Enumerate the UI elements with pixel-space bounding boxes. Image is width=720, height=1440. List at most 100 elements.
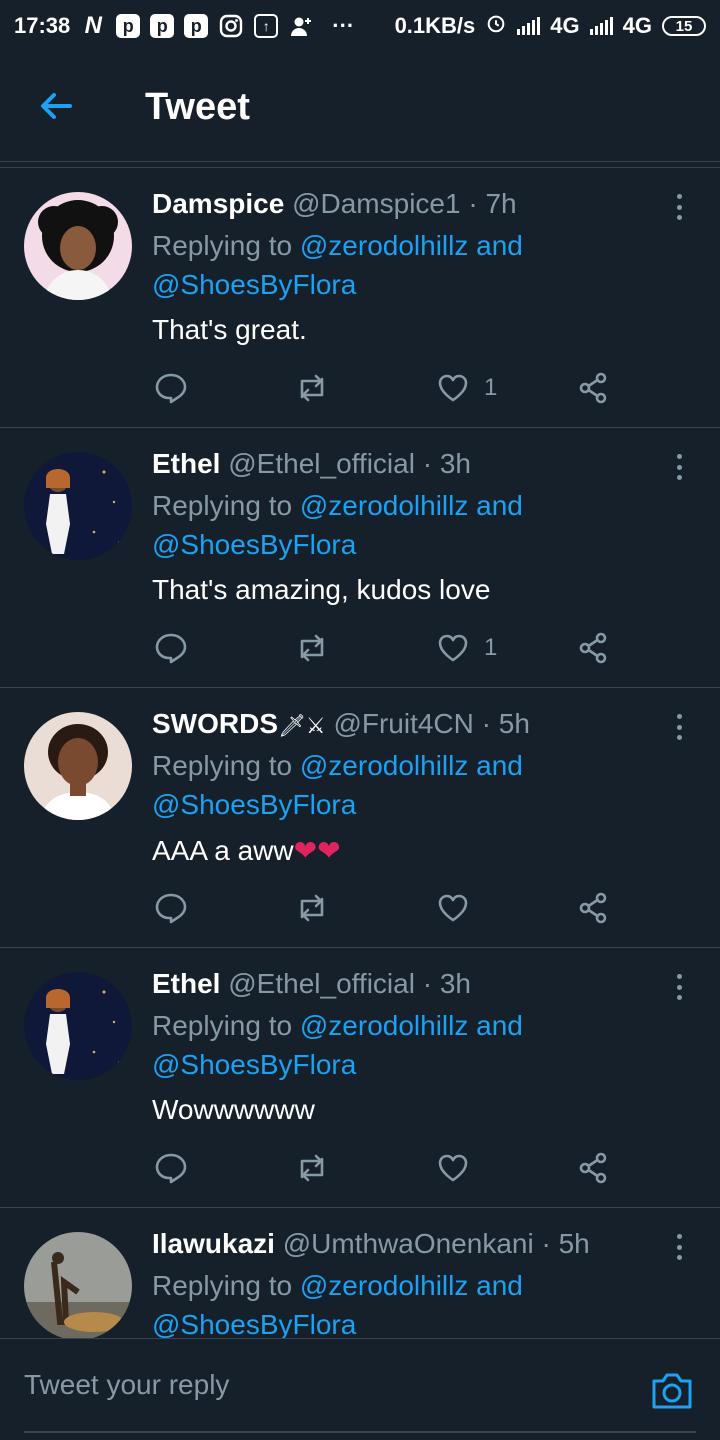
- timestamp: 5h: [558, 1228, 590, 1259]
- tweet-item[interactable]: Ilawukazi @UmthwaOnenkani · 5h Replying …: [0, 1208, 720, 1338]
- retweet-icon: [300, 374, 324, 402]
- replying-to: Replying to @zerodolhillz and: [152, 490, 523, 522]
- and-label: and: [476, 1010, 523, 1041]
- replying-label: Replying to: [152, 1010, 293, 1041]
- share-icon: [579, 1152, 607, 1184]
- user-handle: @UmthwaOnenkani: [282, 1228, 534, 1259]
- separator-dot: ·: [422, 448, 433, 479]
- camera-icon: [652, 1373, 692, 1409]
- network-type: 4G: [550, 13, 580, 38]
- share-button[interactable]: [576, 1148, 610, 1188]
- page-title: Tweet: [145, 86, 250, 128]
- p-app-icon: p: [150, 14, 175, 38]
- more-options-button[interactable]: [664, 190, 694, 224]
- clock: 17:38: [14, 13, 71, 38]
- mention-link[interactable]: @zerodolhillz: [300, 1270, 469, 1301]
- user-handle: @Ethel_official: [228, 448, 415, 479]
- reply-button[interactable]: [154, 888, 188, 928]
- like-count: 1: [484, 374, 498, 401]
- tweet-item[interactable]: Ethel @Ethel_official · 3h Replying to @…: [0, 948, 720, 1208]
- replying-to-continued: @ShoesByFlora: [152, 1049, 356, 1081]
- share-button[interactable]: [576, 628, 610, 668]
- tweet-text: That's amazing, kudos love: [152, 574, 491, 605]
- share-icon: [579, 372, 607, 404]
- timestamp: 3h: [439, 968, 471, 999]
- reply-list[interactable]: Damspice @Damspice1 · 7h Replying to @ze…: [0, 168, 720, 1338]
- avatar[interactable]: [24, 712, 132, 820]
- mention-link[interactable]: @ShoesByFlora: [152, 789, 356, 820]
- tweet-text-body: AAA a aww: [152, 835, 294, 866]
- display-name[interactable]: Ethel: [152, 448, 220, 479]
- battery-icon: 15: [662, 16, 706, 36]
- reply-composer: [0, 1338, 720, 1440]
- like-button[interactable]: [436, 888, 484, 928]
- avatar[interactable]: [24, 192, 132, 300]
- more-options-button[interactable]: [664, 450, 694, 484]
- replying-to-continued: @ShoesByFlora: [152, 1309, 356, 1338]
- replying-label: Replying to: [152, 1270, 293, 1301]
- instagram-icon: [218, 13, 244, 39]
- replying-to-continued: @ShoesByFlora: [152, 529, 356, 561]
- display-name[interactable]: Damspice: [152, 188, 284, 219]
- retweet-button[interactable]: [294, 1148, 330, 1188]
- replying-label: Replying to: [152, 230, 293, 261]
- tweet-text: That's great.: [152, 314, 307, 345]
- share-button[interactable]: [576, 368, 610, 408]
- tweet-text: Wowwwwww: [152, 1094, 315, 1125]
- display-name[interactable]: SWORDS: [152, 708, 278, 739]
- display-name[interactable]: Ethel: [152, 968, 220, 999]
- like-button[interactable]: 1: [436, 628, 497, 668]
- tweet-actions: 1: [152, 628, 622, 668]
- user-handle: @Damspice1: [292, 188, 461, 219]
- tweet-actions: [152, 888, 622, 928]
- share-button[interactable]: [576, 888, 610, 928]
- reply-input[interactable]: [24, 1369, 584, 1401]
- tweet-header: SWORDS🗡⚔ @Fruit4CN · 5h: [152, 708, 530, 740]
- share-icon: [579, 632, 607, 664]
- mention-link[interactable]: @ShoesByFlora: [152, 269, 356, 300]
- comment-icon: [155, 1153, 187, 1184]
- timestamp: 3h: [439, 448, 471, 479]
- display-name[interactable]: Ilawukazi: [152, 1228, 275, 1259]
- retweet-button[interactable]: [294, 368, 330, 408]
- person-add-icon: [288, 13, 314, 39]
- retweet-icon: [300, 634, 324, 662]
- like-button[interactable]: 1: [436, 368, 497, 408]
- reply-button[interactable]: [154, 628, 188, 668]
- comment-icon: [155, 893, 187, 924]
- mention-link[interactable]: @zerodolhillz: [300, 490, 469, 521]
- retweet-button[interactable]: [294, 888, 330, 928]
- separator-dot: ·: [481, 708, 491, 739]
- back-button[interactable]: [30, 80, 82, 132]
- mention-link[interactable]: @ShoesByFlora: [152, 1049, 356, 1080]
- replying-to: Replying to @zerodolhillz and: [152, 750, 523, 782]
- mention-link[interactable]: @zerodolhillz: [300, 230, 469, 261]
- mention-link[interactable]: @ShoesByFlora: [152, 1309, 356, 1338]
- user-handle: @Fruit4CN: [333, 708, 474, 739]
- mention-link[interactable]: @zerodolhillz: [300, 750, 469, 781]
- comment-icon: [155, 373, 187, 404]
- input-underline: [24, 1431, 696, 1433]
- tweet-item[interactable]: SWORDS🗡⚔ @Fruit4CN · 5h Replying to @zer…: [0, 688, 720, 948]
- and-label: and: [476, 1270, 523, 1301]
- mention-link[interactable]: @zerodolhillz: [300, 1010, 469, 1041]
- avatar[interactable]: [24, 1232, 132, 1338]
- more-options-button[interactable]: [664, 970, 694, 1004]
- mention-link[interactable]: @ShoesByFlora: [152, 529, 356, 560]
- more-options-button[interactable]: [664, 1230, 694, 1264]
- like-button[interactable]: [436, 1148, 484, 1188]
- avatar[interactable]: [24, 972, 132, 1080]
- more-options-button[interactable]: [664, 710, 694, 744]
- reply-button[interactable]: [154, 368, 188, 408]
- camera-button[interactable]: [650, 1369, 694, 1411]
- tweet-item[interactable]: Ethel @Ethel_official · 3h Replying to @…: [0, 428, 720, 688]
- avatar[interactable]: [24, 452, 132, 560]
- separator-dot: ·: [541, 1228, 551, 1259]
- reply-button[interactable]: [154, 1148, 188, 1188]
- tweet-item[interactable]: Damspice @Damspice1 · 7h Replying to @ze…: [0, 168, 720, 428]
- tweet-actions: [152, 1148, 622, 1188]
- user-handle: @Ethel_official: [228, 968, 415, 999]
- retweet-icon: [300, 1154, 324, 1182]
- tweet-header: Ethel @Ethel_official · 3h: [152, 968, 471, 1000]
- retweet-button[interactable]: [294, 628, 330, 668]
